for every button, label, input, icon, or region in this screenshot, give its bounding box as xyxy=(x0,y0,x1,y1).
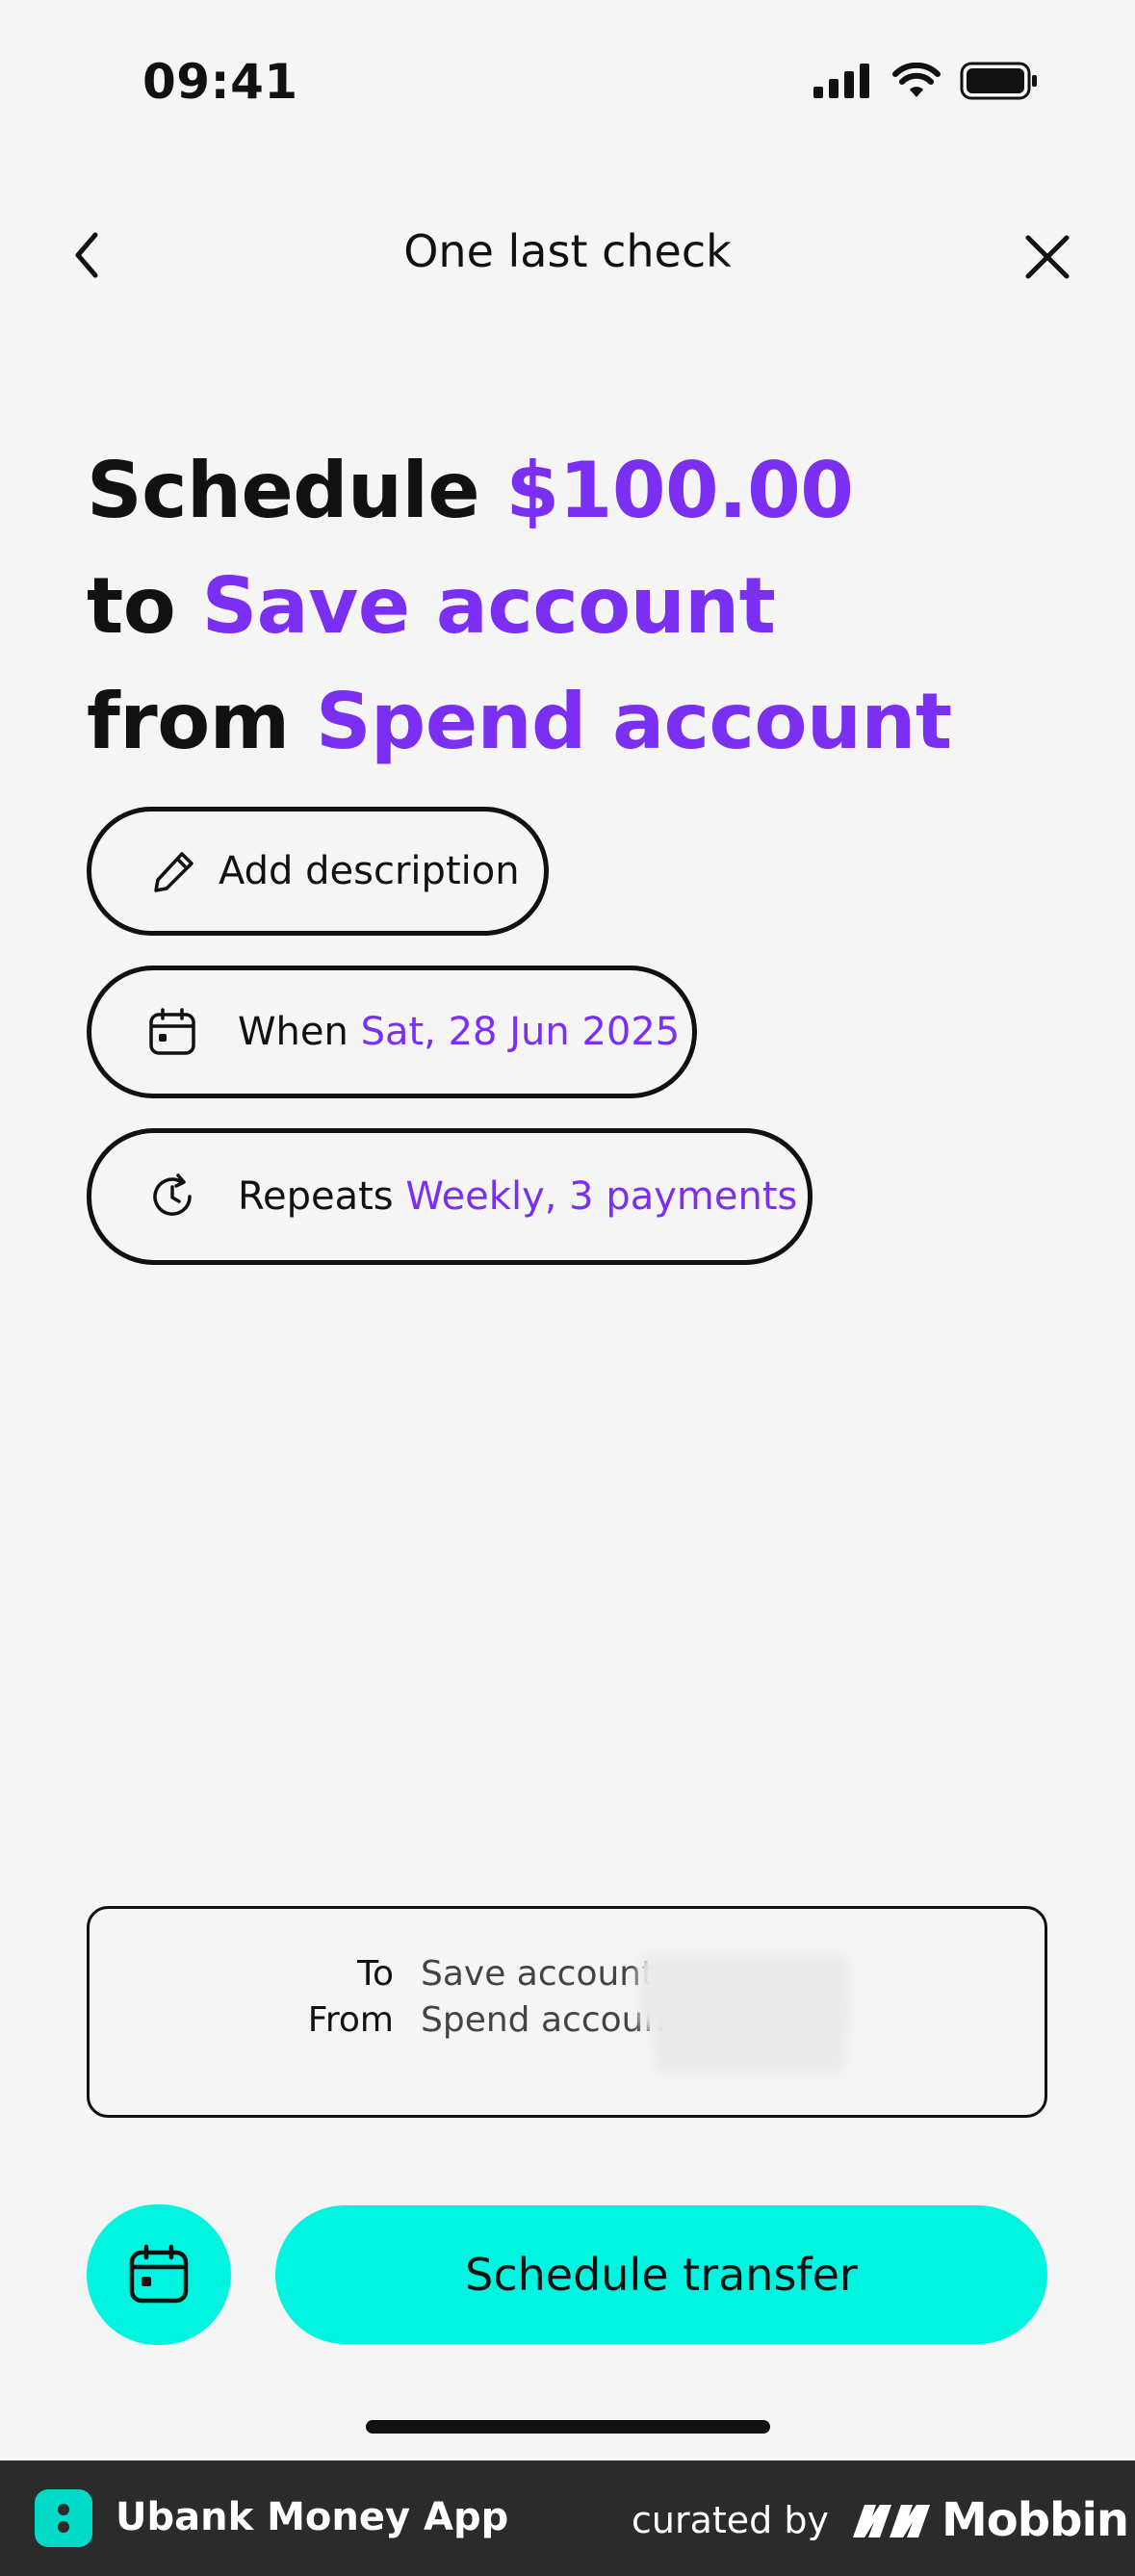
battery-icon xyxy=(960,62,1037,100)
calendar-button[interactable] xyxy=(87,2204,231,2345)
when-label: When xyxy=(238,1010,348,1054)
repeats-value: Weekly, 3 payments xyxy=(405,1174,798,1219)
pencil-icon xyxy=(147,844,201,898)
summary-from-label: From xyxy=(307,1999,394,2040)
close-icon xyxy=(1025,235,1070,279)
summary-to-value: Save account xyxy=(421,1953,656,1994)
when-date-button[interactable]: When Sat, 28 Jun 2025 xyxy=(87,966,697,1098)
close-button[interactable] xyxy=(1019,223,1076,291)
footer-bar: Ubank Money App curated by Mobbin xyxy=(0,2460,1135,2576)
summary-to-label: To xyxy=(357,1953,394,1994)
when-date-value: Sat, 28 Jun 2025 xyxy=(360,1010,681,1054)
mobbin-logo: Mobbin xyxy=(851,2493,1129,2547)
from-account-name: Spend account xyxy=(315,677,952,766)
summary-from-value: Spend accoun xyxy=(421,1999,666,2040)
signal-icon xyxy=(813,64,869,98)
add-description-button[interactable]: Add description xyxy=(87,807,549,936)
headline-schedule-word: Schedule xyxy=(87,446,480,535)
summary-from-row: From Spend accoun xyxy=(90,1996,665,2044)
home-indicator xyxy=(366,2420,770,2434)
add-description-label: Add description xyxy=(219,849,520,893)
transfer-headline: Schedule $100.00 to Save account from Sp… xyxy=(87,433,952,780)
headline-to-line: to Save account xyxy=(87,549,952,664)
transfer-amount: $100.00 xyxy=(505,446,854,535)
schedule-transfer-button[interactable]: Schedule transfer xyxy=(275,2205,1047,2344)
footer-curated-by: curated by xyxy=(632,2499,829,2541)
transfer-summary-card: To Save account From Spend accoun xyxy=(87,1906,1047,2118)
status-time: 09:41 xyxy=(142,54,298,110)
headline-amount-line: Schedule $100.00 xyxy=(87,433,952,549)
to-account-name: Save account xyxy=(201,561,776,651)
page-title: One last check xyxy=(403,225,732,277)
redacted-account-details-2 xyxy=(654,2013,846,2074)
calendar-icon xyxy=(145,1005,199,1059)
repeats-button[interactable]: Repeats Weekly, 3 payments xyxy=(87,1128,813,1265)
wifi-icon xyxy=(892,63,941,97)
headline-from-line: from Spend account xyxy=(87,664,952,780)
repeats-label: Repeats xyxy=(238,1174,394,1219)
mobbin-logo-text: Mobbin xyxy=(942,2493,1129,2547)
mobbin-logo-icon xyxy=(853,2505,930,2537)
app-icon xyxy=(35,2489,92,2547)
footer-app-name: Ubank Money App xyxy=(116,2495,509,2539)
calendar-icon xyxy=(129,2244,189,2304)
status-icons xyxy=(813,62,1039,100)
headline-to-word: to xyxy=(87,561,176,651)
repeat-clock-icon xyxy=(145,1170,199,1224)
summary-to-row: To Save account xyxy=(90,1949,655,1997)
headline-from-word: from xyxy=(87,677,290,766)
